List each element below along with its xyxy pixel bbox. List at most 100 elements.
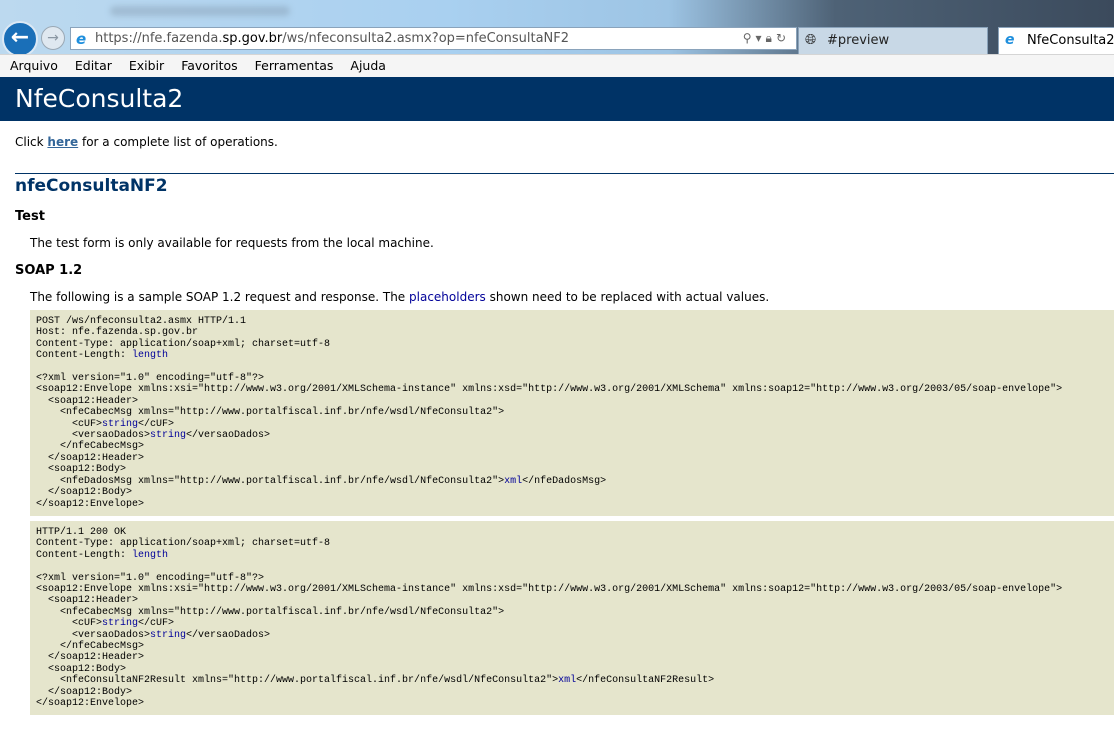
placeholder-value: xml [504, 475, 523, 487]
code-text: </nfeDadosMsg> [522, 475, 607, 487]
operation-name: nfeConsultaNF2 [15, 176, 168, 196]
intro-after: for a complete list of operations. [78, 135, 278, 149]
test-text: The test form is only available for requ… [30, 236, 434, 250]
code-line: </soap12:Body> [36, 487, 132, 498]
code-line: <nfeCabecMsg xmlns="http://www.portalfis… [36, 407, 504, 418]
search-icon[interactable]: ⚲▾ [743, 31, 766, 45]
menu-bar: Arquivo Editar Exibir Favoritos Ferramentas A… [0, 54, 1114, 77]
code-line: <cUF>string</cUF> [36, 618, 174, 629]
code-line: <soap12:Body> [36, 664, 126, 675]
placeholder-value: length [132, 350, 169, 362]
code-line: </soap12:Header> [36, 652, 144, 663]
code-text: <soap12:Envelope xmlns:xsi="http://www.w… [36, 584, 1063, 596]
placeholder-value: string [150, 629, 187, 641]
menu-exibir[interactable]: Exibir [122, 55, 171, 77]
tab-label: #preview [827, 33, 890, 48]
tab-preview[interactable]: 🌐︎ #preview [798, 27, 988, 54]
url-suffix: /ws/nfeconsulta2.asmx?op=nfeConsultaNF2 [282, 31, 570, 46]
code-line: <soap12:Body> [36, 464, 126, 475]
code-text: </cUF> [138, 418, 175, 430]
menu-favoritos[interactable]: Favoritos [174, 55, 244, 77]
code-text: Content-Type: application/soap+xml; char… [36, 338, 331, 350]
code-text: Content-Type: application/soap+xml; char… [36, 538, 331, 550]
globe-icon: 🌐︎ [805, 32, 817, 48]
soap-response-sample: HTTP/1.1 200 OK Content-Type: applicatio… [30, 521, 1114, 715]
code-text: </nfeCabecMsg> [36, 641, 145, 653]
code-line: Host: nfe.fazenda.sp.gov.br [36, 327, 198, 338]
lock-icon[interactable]: 🔒︎ [766, 31, 776, 45]
code-text: Content-Length: [36, 549, 133, 561]
code-line: </soap12:Header> [36, 453, 144, 464]
menu-ajuda[interactable]: Ajuda [343, 55, 393, 77]
code-text: HTTP/1.1 200 OK [36, 527, 127, 538]
code-line: </nfeCabecMsg> [36, 641, 144, 652]
code-text: <nfeDadosMsg xmlns="http://www.portalfis… [36, 475, 505, 487]
code-text: <soap12:Header> [36, 395, 139, 407]
code-text: <soap12:Header> [36, 595, 139, 607]
intro-before: Click [15, 135, 48, 149]
code-line: <cUF>string</cUF> [36, 419, 174, 430]
code-line: Content-Length: length [36, 550, 168, 561]
code-line: <?xml version="1.0" encoding="utf-8"?> [36, 573, 264, 584]
code-line: <soap12:Envelope xmlns:xsi="http://www.w… [36, 384, 1062, 395]
menu-editar[interactable]: Editar [68, 55, 119, 77]
code-text: <soap12:Body> [36, 464, 127, 476]
code-text: Content-Length: [36, 350, 133, 362]
refresh-icon[interactable]: ↻ [776, 31, 790, 45]
code-line: <versaoDados>string</versaoDados> [36, 630, 270, 641]
placeholders-word: placeholders [409, 290, 486, 304]
back-button[interactable]: ← [2, 21, 38, 57]
code-line: </soap12:Body> [36, 687, 132, 698]
code-line: <nfeDadosMsg xmlns="http://www.portalfis… [36, 476, 606, 487]
placeholder-value: length [132, 549, 169, 561]
code-line: POST /ws/nfeconsulta2.asmx HTTP/1.1 [36, 316, 246, 327]
soap-description: The following is a sample SOAP 1.2 reque… [30, 290, 1114, 304]
code-text: <versaoDados> [36, 629, 151, 641]
code-line: HTTP/1.1 200 OK [36, 527, 126, 538]
forward-button[interactable]: → [41, 26, 65, 50]
placeholder-value: xml [558, 675, 577, 687]
code-text: </nfeCabecMsg> [36, 441, 145, 453]
code-text: </soap12:Header> [36, 452, 145, 464]
soap-after: shown need to be replaced with actual va… [485, 290, 770, 304]
placeholder-value: string [150, 430, 187, 442]
page-title: NfeConsulta2 [0, 77, 1114, 121]
code-text: </versaoDados> [186, 430, 271, 442]
code-line: Content-Type: application/soap+xml; char… [36, 339, 330, 350]
test-heading: Test [15, 209, 45, 224]
code-line: <soap12:Envelope xmlns:xsi="http://www.w… [36, 584, 1062, 595]
code-text: <nfeCabecMsg xmlns="http://www.portalfis… [36, 606, 505, 618]
url-prefix: https://nfe.fazenda. [95, 31, 223, 46]
code-text: </soap12:Header> [36, 652, 145, 664]
code-text: </soap12:Body> [36, 487, 133, 499]
code-line: <nfeCabecMsg xmlns="http://www.portalfis… [36, 607, 504, 618]
code-text: <nfeConsultaNF2Result xmlns="http://www.… [36, 675, 559, 687]
code-text: <?xml version="1.0" encoding="utf-8"?> [36, 373, 265, 385]
soap-request-sample: POST /ws/nfeconsulta2.asmx HTTP/1.1 Host… [30, 310, 1114, 516]
placeholder-value: string [102, 418, 139, 430]
ie-icon: e [76, 30, 87, 48]
soap-before: The following is a sample SOAP 1.2 reque… [30, 290, 410, 304]
code-text: </nfeConsultaNF2Result> [576, 675, 715, 687]
code-text: <?xml version="1.0" encoding="utf-8"?> [36, 572, 265, 584]
placeholder-value: string [102, 618, 139, 630]
soap-heading: SOAP 1.2 [15, 263, 83, 278]
code-text: </soap12:Body> [36, 686, 133, 698]
code-text: </soap12:Envelope> [36, 498, 145, 510]
intro-text: Click here for a complete list of operat… [15, 135, 1114, 149]
code-line: </nfeCabecMsg> [36, 441, 144, 452]
window-title-blur [110, 6, 290, 16]
code-text: </soap12:Envelope> [36, 698, 145, 710]
code-line: </soap12:Envelope> [36, 499, 144, 510]
menu-arquivo[interactable]: Arquivo [3, 55, 65, 77]
code-text: <versaoDados> [36, 430, 151, 442]
menu-ferramentas[interactable]: Ferramentas [248, 55, 341, 77]
tab-nfeconsulta2[interactable]: eNfeConsulta2 We [998, 27, 1114, 73]
code-text: <soap12:Envelope xmlns:xsi="http://www.w… [36, 384, 1063, 396]
divider [15, 173, 1114, 174]
code-line: <versaoDados>string</versaoDados> [36, 430, 270, 441]
code-text: Host: nfe.fazenda.sp.gov.br [36, 327, 199, 339]
operations-link[interactable]: here [47, 135, 78, 149]
address-bar[interactable]: e https://nfe.fazenda.sp.gov.br/ws/nfeco… [70, 27, 797, 50]
code-line: Content-Type: application/soap+xml; char… [36, 538, 330, 549]
